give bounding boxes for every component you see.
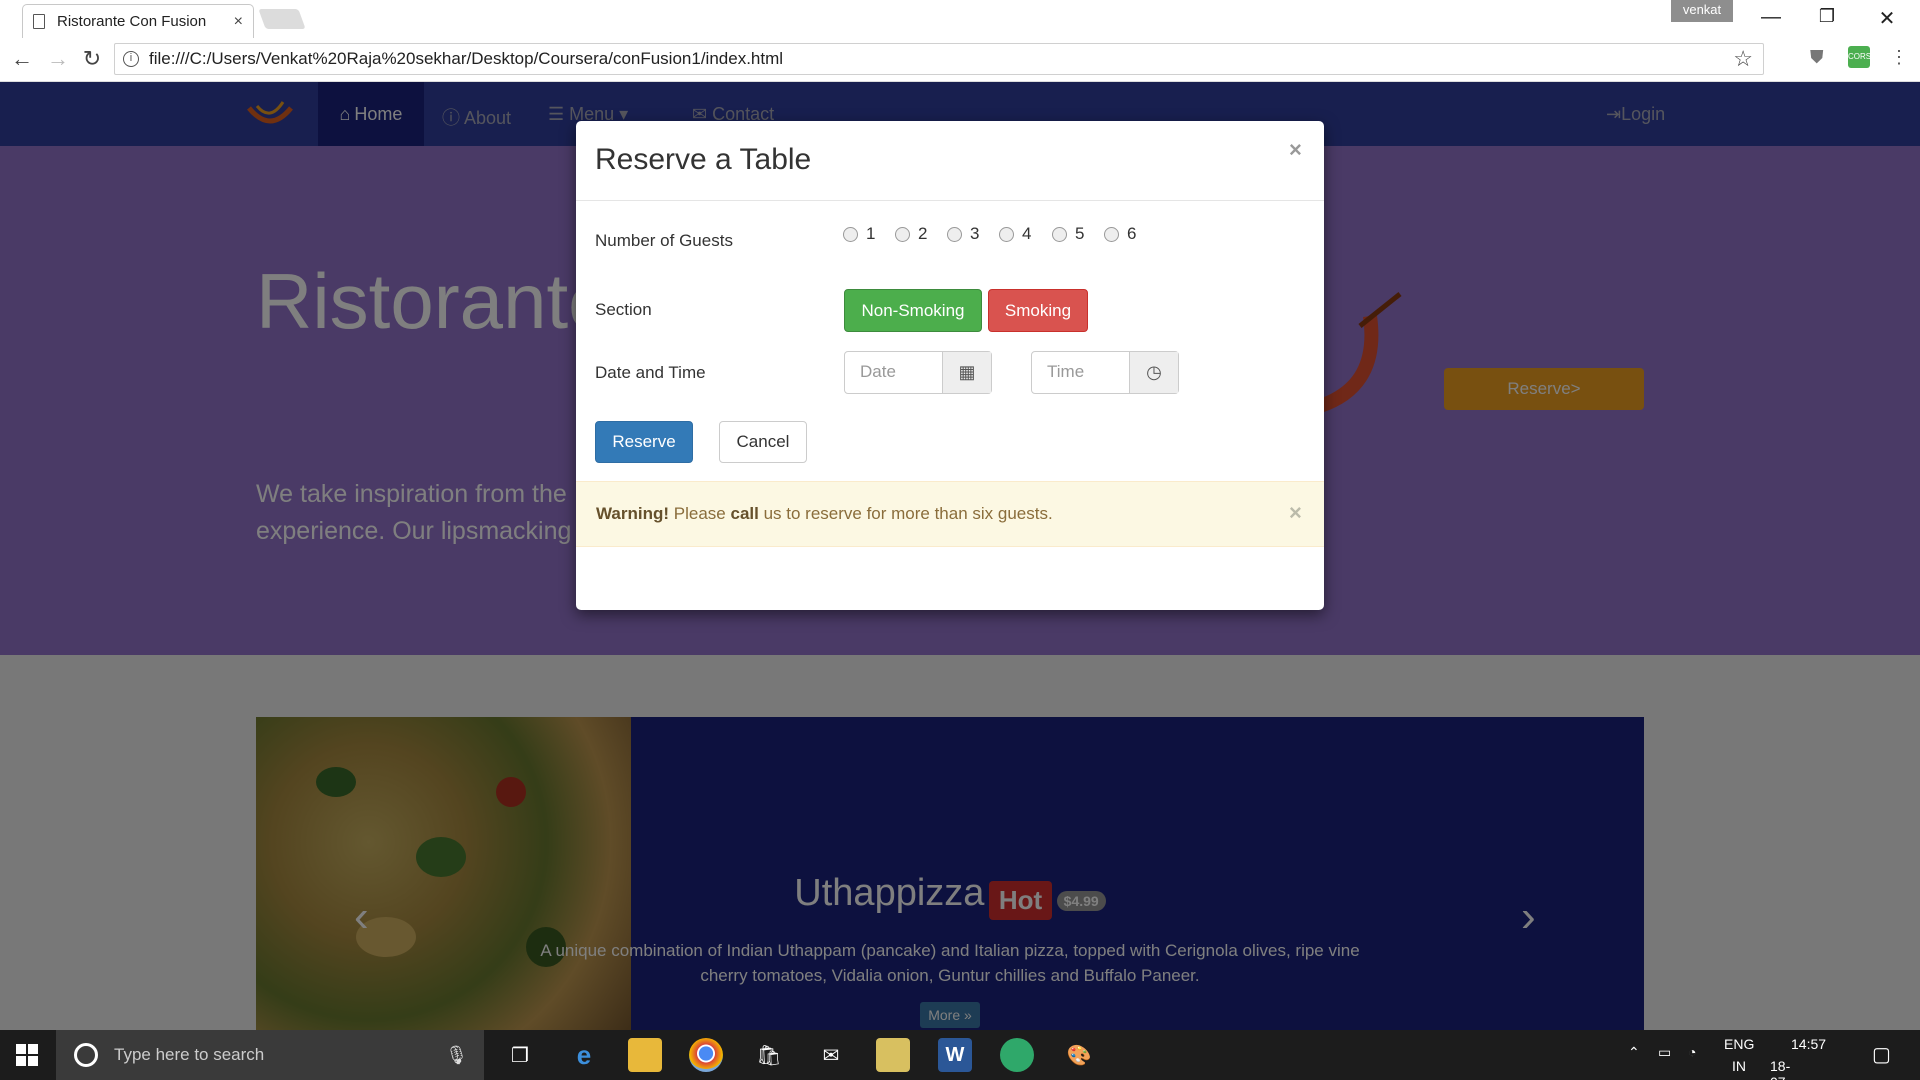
- date-input-group: Date ▦: [844, 351, 992, 394]
- profile-badge[interactable]: venkat: [1671, 0, 1733, 22]
- radio-circle[interactable]: [895, 226, 910, 242]
- browser-app-icon[interactable]: [1000, 1038, 1034, 1072]
- radio-circle[interactable]: [1104, 226, 1119, 242]
- guest-radio-2[interactable]: 2: [895, 224, 927, 244]
- warning-strong: Warning!: [596, 504, 670, 523]
- task-view-icon[interactable]: ❐: [503, 1038, 537, 1072]
- word-icon[interactable]: W: [938, 1038, 972, 1072]
- warning-text-post: us to reserve for more than six guests.: [763, 504, 1053, 523]
- cortana-icon[interactable]: [74, 1043, 98, 1067]
- shield-extension-icon[interactable]: ⛊: [1810, 47, 1824, 68]
- section-label: Section: [595, 300, 652, 319]
- bookmark-star-icon[interactable]: ☆: [1733, 46, 1753, 72]
- menu-kebab-icon[interactable]: ⋮: [1890, 47, 1908, 68]
- guest-option-label: 1: [866, 224, 876, 243]
- back-button[interactable]: ←: [8, 46, 36, 72]
- mail-icon[interactable]: ✉: [814, 1038, 848, 1072]
- page-icon: [33, 14, 45, 29]
- browser-tab[interactable]: Ristorante Con Fusion ×: [22, 4, 254, 38]
- modal-header: Reserve a Table ×: [576, 121, 1324, 201]
- cancel-button[interactable]: Cancel: [719, 421, 807, 463]
- reserve-button[interactable]: Reserve: [595, 421, 693, 463]
- time-input-group: Time ◷: [1031, 351, 1179, 394]
- modal-close-icon[interactable]: ×: [1289, 137, 1302, 163]
- restore-button[interactable]: ❐: [1812, 6, 1842, 27]
- warning-text-pre: Please: [673, 504, 726, 523]
- chevron-up-icon[interactable]: ⌃: [1628, 1044, 1640, 1061]
- warning-alert: Warning! Please call us to reserve for m…: [576, 481, 1324, 547]
- search-placeholder: Type here to search: [114, 1045, 265, 1064]
- lang-eng[interactable]: ENG: [1724, 1036, 1754, 1052]
- info-icon[interactable]: i: [123, 51, 139, 67]
- clock-icon[interactable]: ◷: [1130, 352, 1178, 393]
- radio-circle[interactable]: [999, 226, 1014, 242]
- reserve-modal: Reserve a Table × Number of Guests 1 2 3…: [576, 121, 1324, 610]
- guest-option-label: 3: [970, 224, 980, 243]
- chrome-icon[interactable]: [689, 1038, 723, 1072]
- address-bar[interactable]: i file:///C:/Users/Venkat%20Raja%20sekha…: [114, 43, 1764, 75]
- file-explorer-icon[interactable]: [628, 1038, 662, 1072]
- tab-close-icon[interactable]: ×: [234, 13, 243, 31]
- calendar-icon[interactable]: ▦: [943, 352, 991, 393]
- warning-call: call: [730, 504, 759, 523]
- reload-button[interactable]: ↻: [78, 46, 106, 72]
- lang-in[interactable]: IN: [1732, 1058, 1746, 1074]
- taskbar-search[interactable]: Type here to search 🎙: [56, 1030, 484, 1080]
- guest-option-label: 4: [1022, 224, 1032, 243]
- guest-option-label: 5: [1075, 224, 1085, 243]
- paint-icon[interactable]: 🎨: [1062, 1038, 1096, 1072]
- date-input[interactable]: Date: [845, 352, 943, 393]
- store-icon[interactable]: 🛍: [752, 1038, 786, 1072]
- browser-tab-bar: Ristorante Con Fusion × venkat — ❐ ✕: [0, 0, 1920, 38]
- windows-start-icon[interactable]: [16, 1044, 38, 1066]
- guest-radio-3[interactable]: 3: [947, 224, 979, 244]
- app-icon[interactable]: [876, 1038, 910, 1072]
- notification-icon[interactable]: ▢: [1872, 1042, 1891, 1067]
- microphone-icon[interactable]: 🎙: [445, 1045, 468, 1066]
- time-input[interactable]: Time: [1032, 352, 1130, 393]
- close-window-button[interactable]: ✕: [1872, 6, 1902, 31]
- radio-circle[interactable]: [843, 226, 858, 242]
- radio-circle[interactable]: [947, 226, 962, 242]
- guest-option-label: 6: [1127, 224, 1137, 243]
- clock-date[interactable]: 18-07-2017: [1770, 1058, 1801, 1080]
- radio-circle[interactable]: [1052, 226, 1067, 242]
- alert-close-icon[interactable]: ×: [1289, 500, 1302, 526]
- windows-taskbar: Type here to search 🎙 ❐ e 🛍 ✉ W 🎨 ⌃ ▭ ◔ …: [0, 1030, 1920, 1080]
- non-smoking-button[interactable]: Non-Smoking: [844, 289, 982, 332]
- guests-label: Number of Guests: [595, 231, 733, 250]
- tab-title: Ristorante Con Fusion: [57, 13, 207, 30]
- modal-title: Reserve a Table: [595, 143, 812, 176]
- datetime-label: Date and Time: [595, 363, 706, 382]
- battery-icon[interactable]: ▭: [1658, 1044, 1671, 1061]
- forward-button[interactable]: →: [44, 46, 72, 72]
- url-text: file:///C:/Users/Venkat%20Raja%20sekhar/…: [149, 49, 784, 68]
- smoking-button[interactable]: Smoking: [988, 289, 1088, 332]
- minimize-button[interactable]: —: [1756, 6, 1786, 29]
- wifi-icon[interactable]: ◔: [1688, 1044, 1696, 1060]
- edge-icon[interactable]: e: [567, 1038, 601, 1072]
- cors-extension-icon[interactable]: CORS: [1848, 46, 1871, 68]
- guest-radio-6[interactable]: 6: [1104, 224, 1136, 244]
- guest-radio-1[interactable]: 1: [843, 224, 875, 244]
- guest-option-label: 2: [918, 224, 928, 243]
- guest-radio-5[interactable]: 5: [1052, 224, 1084, 244]
- address-bar-row: ← → ↻ i file:///C:/Users/Venkat%20Raja%2…: [0, 38, 1920, 82]
- new-tab-button[interactable]: [258, 9, 306, 29]
- guest-radio-4[interactable]: 4: [999, 224, 1031, 244]
- clock-time[interactable]: 14:57: [1791, 1036, 1826, 1052]
